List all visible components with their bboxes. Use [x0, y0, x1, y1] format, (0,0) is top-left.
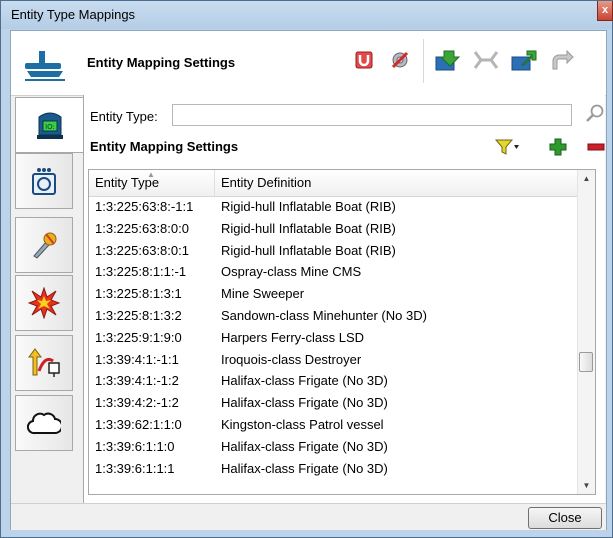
cell-entity-definition: Harpers Ferry-class LSD: [221, 329, 365, 345]
import-icon: [435, 50, 461, 71]
cell-entity-type: 1:3:225:9:1:9:0: [95, 329, 182, 345]
cell-entity-definition: Kingston-class Patrol vessel: [221, 416, 384, 432]
redo-button[interactable]: [545, 43, 579, 77]
entity-type-input[interactable]: [172, 104, 572, 126]
table-row[interactable]: 1:3:225:8:1:1:-1 Ospray-class Mine CMS: [89, 261, 579, 283]
table-row[interactable]: 1:3:39:62:1:1:0 Kingston-class Patrol ves…: [89, 414, 579, 436]
table-row[interactable]: 1:3:39:6:1:1:1 Halifax-class Frigate (No …: [89, 458, 579, 480]
magnet-icon: [355, 51, 373, 69]
table-row[interactable]: 1:3:225:9:1:9:0 Harpers Ferry-class LSD: [89, 327, 579, 349]
category-tabs: IO:: [11, 95, 83, 503]
explosion-icon: [28, 287, 60, 319]
mapping-panel: Entity Type: Entity Mapping Settings ▲ E…: [83, 95, 605, 503]
scroll-thumb[interactable]: [579, 352, 593, 372]
vehicle-header-icon: [25, 51, 65, 81]
microphone-icon: [33, 232, 57, 259]
cell-entity-type: 1:3:39:6:1:1:0: [95, 438, 175, 454]
svg-text:IO:: IO:: [45, 123, 55, 131]
cell-entity-definition: Halifax-class Frigate (No 3D): [221, 438, 388, 454]
magnet-button[interactable]: [347, 43, 381, 77]
cell-entity-definition: Rigid-hull Inflatable Boat (RIB): [221, 199, 396, 214]
entity-type-mappings-window: Entity Type Mappings x Entity Mapping Se…: [0, 0, 613, 538]
filter-icon[interactable]: [494, 137, 520, 157]
window-title: Entity Type Mappings: [11, 7, 136, 22]
tab-sensor[interactable]: [15, 153, 73, 209]
table-header: ▲ Entity Type Entity Definition: [89, 170, 579, 197]
scroll-up-arrow-icon[interactable]: ▲: [578, 170, 595, 187]
remove-icon[interactable]: [586, 137, 606, 157]
table-row[interactable]: 1:3:225:8:1:3:1 Mine Sweeper: [89, 283, 579, 305]
cell-entity-definition: Ospray-class Mine CMS: [221, 264, 362, 280]
cell-entity-definition: Rigid-hull Inflatable Boat (RIB): [221, 220, 396, 236]
window-close-button[interactable]: x: [597, 1, 613, 21]
column-header-entity-type[interactable]: ▲ Entity Type: [89, 170, 215, 196]
cell-entity-type: 1:3:225:63:8:0:0: [95, 220, 189, 236]
cell-entity-definition: Iroquois-class Destroyer: [221, 351, 362, 367]
header-title: Entity Mapping Settings: [87, 55, 236, 70]
tab-weapon[interactable]: [15, 217, 73, 273]
section-title: Entity Mapping Settings: [90, 139, 239, 154]
export-icon: [511, 50, 537, 71]
merge-icon: [473, 51, 499, 69]
cell-entity-type: 1:3:225:63:8:-1:1: [95, 199, 194, 214]
dialog-client: Entity Mapping Settings IO: Entity Type:…: [10, 30, 607, 530]
tab-explosion[interactable]: [15, 275, 73, 331]
scroll-down-arrow-icon[interactable]: ▼: [578, 477, 595, 494]
table-row[interactable]: 1:3:225:63:8:0:0 Rigid-hull Inflatable Bo…: [89, 218, 579, 240]
search-icon[interactable]: [585, 103, 605, 123]
title-bar[interactable]: Entity Type Mappings x: [1, 1, 613, 29]
gear-icon: [391, 51, 409, 69]
cell-entity-type: 1:3:39:4:1:-1:1: [95, 351, 179, 367]
entity-type-label: Entity Type:: [90, 109, 158, 124]
cell-entity-type: 1:3:39:62:1:1:0: [95, 416, 182, 432]
cell-entity-type: 1:3:225:63:8:0:1: [95, 242, 189, 258]
cell-entity-type: 1:3:39:4:1:-1:2: [95, 373, 179, 389]
tab-vehicle[interactable]: IO:: [15, 97, 83, 153]
merge-button[interactable]: [469, 43, 503, 77]
table-body: 1:3:225:63:8:-1:1 Rigid-hull Inflatable B…: [89, 196, 579, 479]
redo-icon: [552, 49, 574, 70]
cell-entity-type: 1:3:225:8:1:1:-1: [95, 264, 187, 280]
route-icon: [28, 348, 60, 377]
cell-entity-type: 1:3:225:8:1:3:1: [95, 286, 182, 302]
cell-entity-definition: Sandown-class Minehunter (No 3D): [221, 307, 427, 323]
dialog-footer: Close: [11, 503, 606, 530]
table-row[interactable]: 1:3:39:6:1:1:0 Halifax-class Frigate (No …: [89, 436, 579, 458]
cell-entity-definition: Halifax-class Frigate (No 3D): [221, 460, 388, 476]
vehicle-icon: IO:: [36, 112, 63, 139]
tab-route[interactable]: [15, 335, 73, 391]
add-icon[interactable]: [548, 137, 568, 157]
cell-entity-definition: Rigid-hull Inflatable Boat (RIB): [221, 242, 396, 258]
table-row[interactable]: 1:3:225:63:8:0:1 Rigid-hull Inflatable Bo…: [89, 240, 579, 262]
cell-entity-definition: Halifax-class Frigate (No 3D): [221, 395, 388, 411]
cell-entity-type: 1:3:39:4:2:-1:2: [95, 395, 179, 411]
table-row[interactable]: 1:3:39:4:2:-1:2 Halifax-class Frigate (No…: [89, 392, 579, 414]
mapping-table: ▲ Entity Type Entity Definition 1:3:225:…: [88, 169, 596, 495]
cell-entity-type: 1:3:39:6:1:1:1: [95, 460, 175, 476]
close-button[interactable]: Close: [528, 507, 602, 529]
sort-ascending-icon: ▲: [147, 170, 155, 179]
table-row[interactable]: 1:3:225:8:1:3:2 Sandown-class Minehunter …: [89, 305, 579, 327]
table-row[interactable]: 1:3:39:4:1:-1:2 Halifax-class Frigate (No…: [89, 370, 579, 392]
column-header-entity-definition[interactable]: Entity Definition: [215, 170, 579, 196]
column-header-label: Entity Definition: [221, 175, 312, 190]
export-button[interactable]: [507, 43, 541, 77]
cloud-icon: [27, 412, 61, 435]
table-row[interactable]: 1:3:39:4:1:-1:1 Iroquois-class Destroyer: [89, 349, 579, 371]
vertical-scrollbar[interactable]: ▲ ▼: [577, 170, 595, 494]
cell-entity-definition: Halifax-class Frigate (No 3D): [221, 373, 388, 389]
import-button[interactable]: [431, 43, 465, 77]
table-row[interactable]: 1:3:225:63:8:-1:1 Rigid-hull Inflatable B…: [89, 196, 579, 218]
cell-entity-type: 1:3:225:8:1:3:2: [95, 307, 182, 323]
toolbar-separator: [423, 39, 424, 83]
sensor-icon: [32, 168, 56, 195]
cell-entity-definition: Mine Sweeper: [221, 286, 305, 302]
settings-button[interactable]: [383, 43, 417, 77]
tab-cloud[interactable]: [15, 395, 73, 451]
header: Entity Mapping Settings: [11, 31, 606, 96]
